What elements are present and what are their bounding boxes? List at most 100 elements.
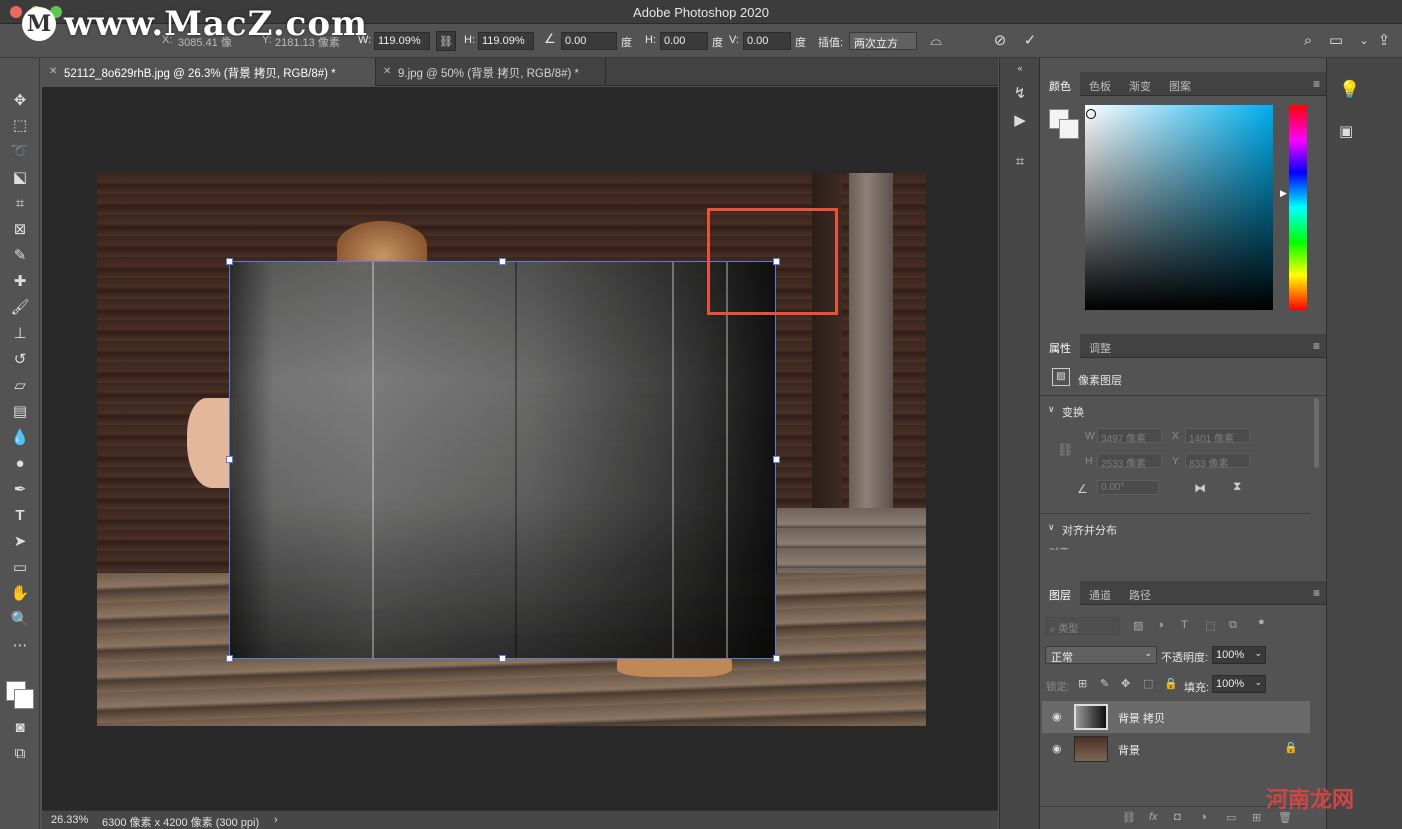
filter-pixel-icon[interactable]: ▨	[1133, 619, 1143, 632]
color-field[interactable]	[1085, 105, 1273, 310]
cancel-transform-icon[interactable]: ⊘	[990, 31, 1010, 51]
panel-menu-icon[interactable]: ≡	[1313, 77, 1320, 91]
blend-mode-select[interactable]: 正常 ⌄	[1045, 646, 1157, 664]
lock-all-icon[interactable]: 🔒	[1164, 677, 1178, 690]
prop-width-field[interactable]: 3497 像素	[1097, 428, 1162, 445]
angle-field[interactable]: 0.00	[561, 32, 617, 50]
healing-brush-tool-icon[interactable]: ✚	[9, 271, 31, 293]
align-section-title[interactable]: 对齐并分布	[1062, 522, 1117, 538]
tab-channels[interactable]: 通道	[1080, 581, 1120, 605]
link-layers-icon[interactable]: ⛓	[1122, 811, 1136, 824]
lock-artboard-icon[interactable]: ⬚	[1143, 677, 1153, 690]
prop-height-field[interactable]: 2533 像素	[1097, 453, 1162, 470]
collapse-icon[interactable]: «	[1008, 62, 1032, 74]
lock-pixels-icon[interactable]: ✎	[1100, 677, 1109, 690]
fx-icon[interactable]: fx	[1149, 811, 1158, 823]
transform-handle-right[interactable]	[773, 456, 780, 463]
chevron-right-icon[interactable]: ›	[274, 814, 278, 826]
screen-mode-icon[interactable]: ⧉	[9, 743, 31, 765]
quick-mask-icon[interactable]: ◙	[9, 717, 31, 739]
learn-icon[interactable]: 💡	[1339, 80, 1360, 100]
close-tab-icon[interactable]: ✕	[383, 66, 391, 77]
lasso-tool-icon[interactable]: ➰	[9, 141, 31, 163]
link-dimensions-icon[interactable]: ⛓	[1057, 442, 1074, 458]
transform-handle-left[interactable]	[226, 456, 233, 463]
panel-menu-icon[interactable]: ≡	[1313, 586, 1320, 600]
blur-tool-icon[interactable]: 💧	[9, 427, 31, 449]
transform-handle-top-left[interactable]	[226, 258, 233, 265]
layer-filter-select[interactable]: ⌕ 类型	[1045, 617, 1120, 635]
move-tool-icon[interactable]: ✥	[9, 90, 31, 112]
search-icon[interactable]: ⌕	[1298, 31, 1318, 51]
tab-document-1[interactable]: ✕ 52112_8o629rhB.jpg @ 26.3% (背景 拷贝, RGB…	[42, 58, 376, 86]
marquee-tool-icon[interactable]: ⬚	[9, 115, 31, 137]
fill-field[interactable]: 100% ⌄	[1212, 675, 1266, 693]
more-tools-icon[interactable]: ⋯	[9, 635, 31, 657]
filter-type-icon[interactable]: T	[1181, 619, 1188, 631]
transform-handle-bottom-left[interactable]	[226, 655, 233, 662]
background-color-swatch[interactable]	[14, 689, 34, 709]
workspace-icon[interactable]: ▭	[1326, 31, 1346, 51]
commit-transform-icon[interactable]: ✓	[1020, 31, 1040, 51]
gradient-tool-icon[interactable]: ▤	[9, 401, 31, 423]
prop-x-field[interactable]: 1401 像素	[1185, 428, 1250, 445]
properties-scrollbar[interactable]	[1314, 398, 1319, 468]
add-mask-icon[interactable]: ◘	[1174, 811, 1181, 823]
filter-adjustment-icon[interactable]: ◑	[1157, 619, 1164, 631]
dodge-tool-icon[interactable]: ●	[9, 453, 31, 475]
history-brush-tool-icon[interactable]: ↺	[9, 349, 31, 371]
eraser-tool-icon[interactable]: ▱	[9, 375, 31, 397]
transform-handle-top[interactable]	[499, 258, 506, 265]
lock-transparent-icon[interactable]: ⊞	[1078, 677, 1087, 690]
tab-document-2[interactable]: ✕ 9.jpg @ 50% (背景 拷贝, RGB/8#) *	[376, 58, 606, 86]
zoom-level[interactable]: 26.33%	[51, 814, 88, 826]
rectangle-tool-icon[interactable]: ▭	[9, 557, 31, 579]
tab-adjustments[interactable]: 调整	[1080, 334, 1120, 358]
chevron-down-icon[interactable]: ∨	[1048, 522, 1055, 533]
interpolation-select[interactable]: 两次立方	[849, 32, 917, 50]
object-select-tool-icon[interactable]: ⬕	[9, 167, 31, 189]
height-field[interactable]: 119.09%	[478, 32, 534, 50]
color-picker-cursor[interactable]	[1086, 109, 1096, 119]
path-select-tool-icon[interactable]: ➤	[9, 531, 31, 553]
eyedropper-tool-icon[interactable]: ✎	[9, 245, 31, 267]
eye-icon[interactable]: ◉	[1052, 742, 1062, 755]
libraries-icon[interactable]: ▣	[1339, 122, 1353, 140]
workspace-dropdown-icon[interactable]: ⌄	[1354, 31, 1374, 51]
new-layer-icon[interactable]: ⊞	[1252, 811, 1261, 824]
type-tool-icon[interactable]: T	[9, 505, 31, 527]
tab-patterns[interactable]: 图案	[1160, 72, 1200, 96]
frame-tool-icon[interactable]: ⊠	[9, 219, 31, 241]
prop-y-field[interactable]: 833 像素	[1185, 453, 1250, 470]
vskew-field[interactable]: 0.00	[743, 32, 791, 50]
brush-tool-icon[interactable]: 🖌	[9, 297, 31, 319]
document-info[interactable]: 6300 像素 x 4200 像素 (300 ppi)	[102, 814, 259, 829]
history-panel-icon[interactable]: ↯	[1008, 82, 1032, 106]
close-tab-icon[interactable]: ✕	[49, 66, 57, 77]
layer-name[interactable]: 背景	[1118, 742, 1140, 758]
filter-shape-icon[interactable]: ⬚	[1205, 619, 1215, 632]
transform-section-title[interactable]: 变换	[1062, 404, 1084, 420]
tab-color[interactable]: 颜色	[1040, 72, 1080, 96]
layer-row-selected[interactable]: ◉ 背景 拷贝	[1042, 701, 1310, 733]
pen-tool-icon[interactable]: ✒	[9, 479, 31, 501]
crop-tool-icon[interactable]: ⌗	[9, 193, 31, 215]
eye-icon[interactable]: ◉	[1052, 710, 1062, 723]
transform-handle-bottom[interactable]	[499, 655, 506, 662]
zoom-tool-icon[interactable]: 🔍	[9, 609, 31, 631]
group-icon[interactable]: ▭	[1226, 811, 1236, 824]
link-icon[interactable]: ⛓	[436, 31, 456, 51]
transform-bounding-box[interactable]	[229, 261, 776, 659]
panel-menu-icon[interactable]: ≡	[1313, 339, 1320, 353]
layer-row[interactable]: ◉ 背景 🔒	[1042, 733, 1310, 765]
bg-color-chip[interactable]	[1059, 119, 1079, 139]
hand-tool-icon[interactable]: ✋	[9, 583, 31, 605]
warp-icon[interactable]: ⌓	[926, 31, 946, 51]
tab-swatches[interactable]: 色板	[1080, 72, 1120, 96]
filter-smart-object-icon[interactable]: ⧉	[1229, 619, 1237, 632]
transform-handle-bottom-right[interactable]	[773, 655, 780, 662]
lock-position-icon[interactable]: ✥	[1121, 677, 1130, 690]
width-field[interactable]: 119.09%	[374, 32, 430, 50]
stamp-tool-icon[interactable]: ⊥	[9, 323, 31, 345]
adjustment-layer-icon[interactable]: ◑	[1200, 811, 1207, 823]
